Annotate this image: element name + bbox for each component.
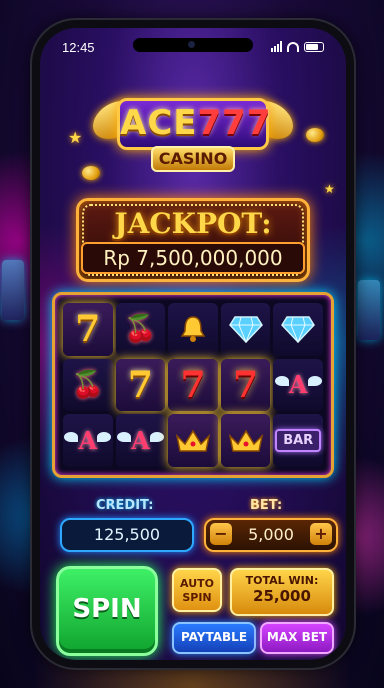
- background-slot-machine: [358, 280, 380, 340]
- bet-decrease-button[interactable]: −: [210, 523, 232, 545]
- total-win-label: TOTAL WIN:: [245, 574, 319, 587]
- bet-value: 5,000: [248, 525, 294, 544]
- crown-icon: [228, 429, 263, 452]
- paytable-button[interactable]: PAYTABLE: [172, 622, 256, 654]
- reel-cell: 🍒: [115, 303, 166, 356]
- diamond-icon: [228, 316, 263, 344]
- bet-increase-button[interactable]: +: [310, 523, 332, 545]
- logo-brand-a: ACE: [120, 103, 198, 143]
- jackpot-amount: Rp 7,500,000,000: [81, 242, 305, 274]
- cherry-icon: 🍒: [124, 314, 157, 345]
- credit-label: CREDIT:: [96, 498, 154, 513]
- auto-spin-label-line2: SPIN: [182, 591, 212, 604]
- credit-display: 125,500: [60, 518, 194, 552]
- wifi-icon: [287, 41, 299, 52]
- red-seven-icon: 7: [180, 363, 206, 406]
- bell-icon: [180, 316, 206, 343]
- diamond-icon: [281, 316, 316, 344]
- status-bar: 12:45: [40, 38, 346, 58]
- jackpot-title: JACKPOT:: [114, 207, 272, 240]
- reel-cell: [168, 303, 218, 356]
- reel-grid: 7 🍒 🍒 7 7 7 A A A BAR: [63, 303, 323, 467]
- winged-a-icon: A: [117, 426, 150, 456]
- phone-screen: 12:45 ACE777 CASINO ★ ★ JACKPOT: Rp 7,50…: [40, 28, 346, 660]
- bet-control: − 5,000 +: [204, 518, 338, 552]
- status-time: 12:45: [62, 40, 95, 55]
- status-icons: [271, 41, 324, 52]
- logo-brand: ACE777: [117, 98, 272, 150]
- auto-spin-label-line1: AUTO: [180, 577, 214, 590]
- crown-icon: [175, 429, 211, 452]
- reel-cell: [168, 414, 218, 467]
- star-icon: ★: [324, 182, 335, 196]
- winged-a-icon: A: [64, 426, 98, 456]
- spin-button[interactable]: SPIN: [56, 566, 158, 656]
- winged-a-icon: A: [275, 370, 308, 400]
- battery-icon: [304, 41, 324, 52]
- signal-icon: [271, 41, 282, 52]
- bet-label: BET:: [250, 498, 283, 513]
- cherry-icon: 🍒: [71, 369, 104, 400]
- phone-frame: 12:45 ACE777 CASINO ★ ★ JACKPOT: Rp 7,50…: [32, 20, 354, 668]
- reel-cell: 7: [168, 358, 218, 412]
- bar-icon: BAR: [275, 429, 322, 453]
- reel-cell: A: [63, 414, 113, 467]
- reel-cell: BAR: [273, 414, 323, 467]
- total-win-value: 25,000: [253, 587, 311, 605]
- logo-brand-b: 777: [197, 103, 272, 143]
- coin-icon: [82, 166, 100, 180]
- reel-cell: 7: [115, 358, 166, 412]
- jackpot-banner: JACKPOT: Rp 7,500,000,000: [76, 198, 310, 282]
- total-win-display: TOTAL WIN: 25,000: [230, 568, 334, 616]
- reel-cell: 7: [63, 303, 113, 356]
- red-seven-icon: 7: [233, 363, 259, 406]
- reel-cell: A: [273, 358, 323, 412]
- reel-cell: 🍒: [63, 358, 113, 412]
- reel-cell: [273, 303, 323, 356]
- reel-cell: A: [115, 414, 166, 467]
- gold-seven-icon: 7: [75, 308, 101, 351]
- max-bet-button[interactable]: MAX BET: [260, 622, 334, 654]
- credit-value: 125,500: [93, 525, 161, 544]
- coin-icon: [306, 128, 324, 142]
- auto-spin-button[interactable]: AUTO SPIN: [172, 568, 222, 612]
- logo-subtitle: CASINO: [151, 146, 235, 172]
- star-icon: ★: [68, 128, 83, 147]
- background-slot-machine: [2, 260, 24, 320]
- casino-logo: ACE777 CASINO: [93, 80, 293, 180]
- reel-cell: [220, 414, 271, 467]
- reel-cell: [220, 303, 271, 356]
- gold-seven-icon: 7: [127, 363, 153, 406]
- slot-reels: 7 🍒 🍒 7 7 7 A A A BAR: [52, 292, 334, 478]
- reel-cell: 7: [220, 358, 271, 412]
